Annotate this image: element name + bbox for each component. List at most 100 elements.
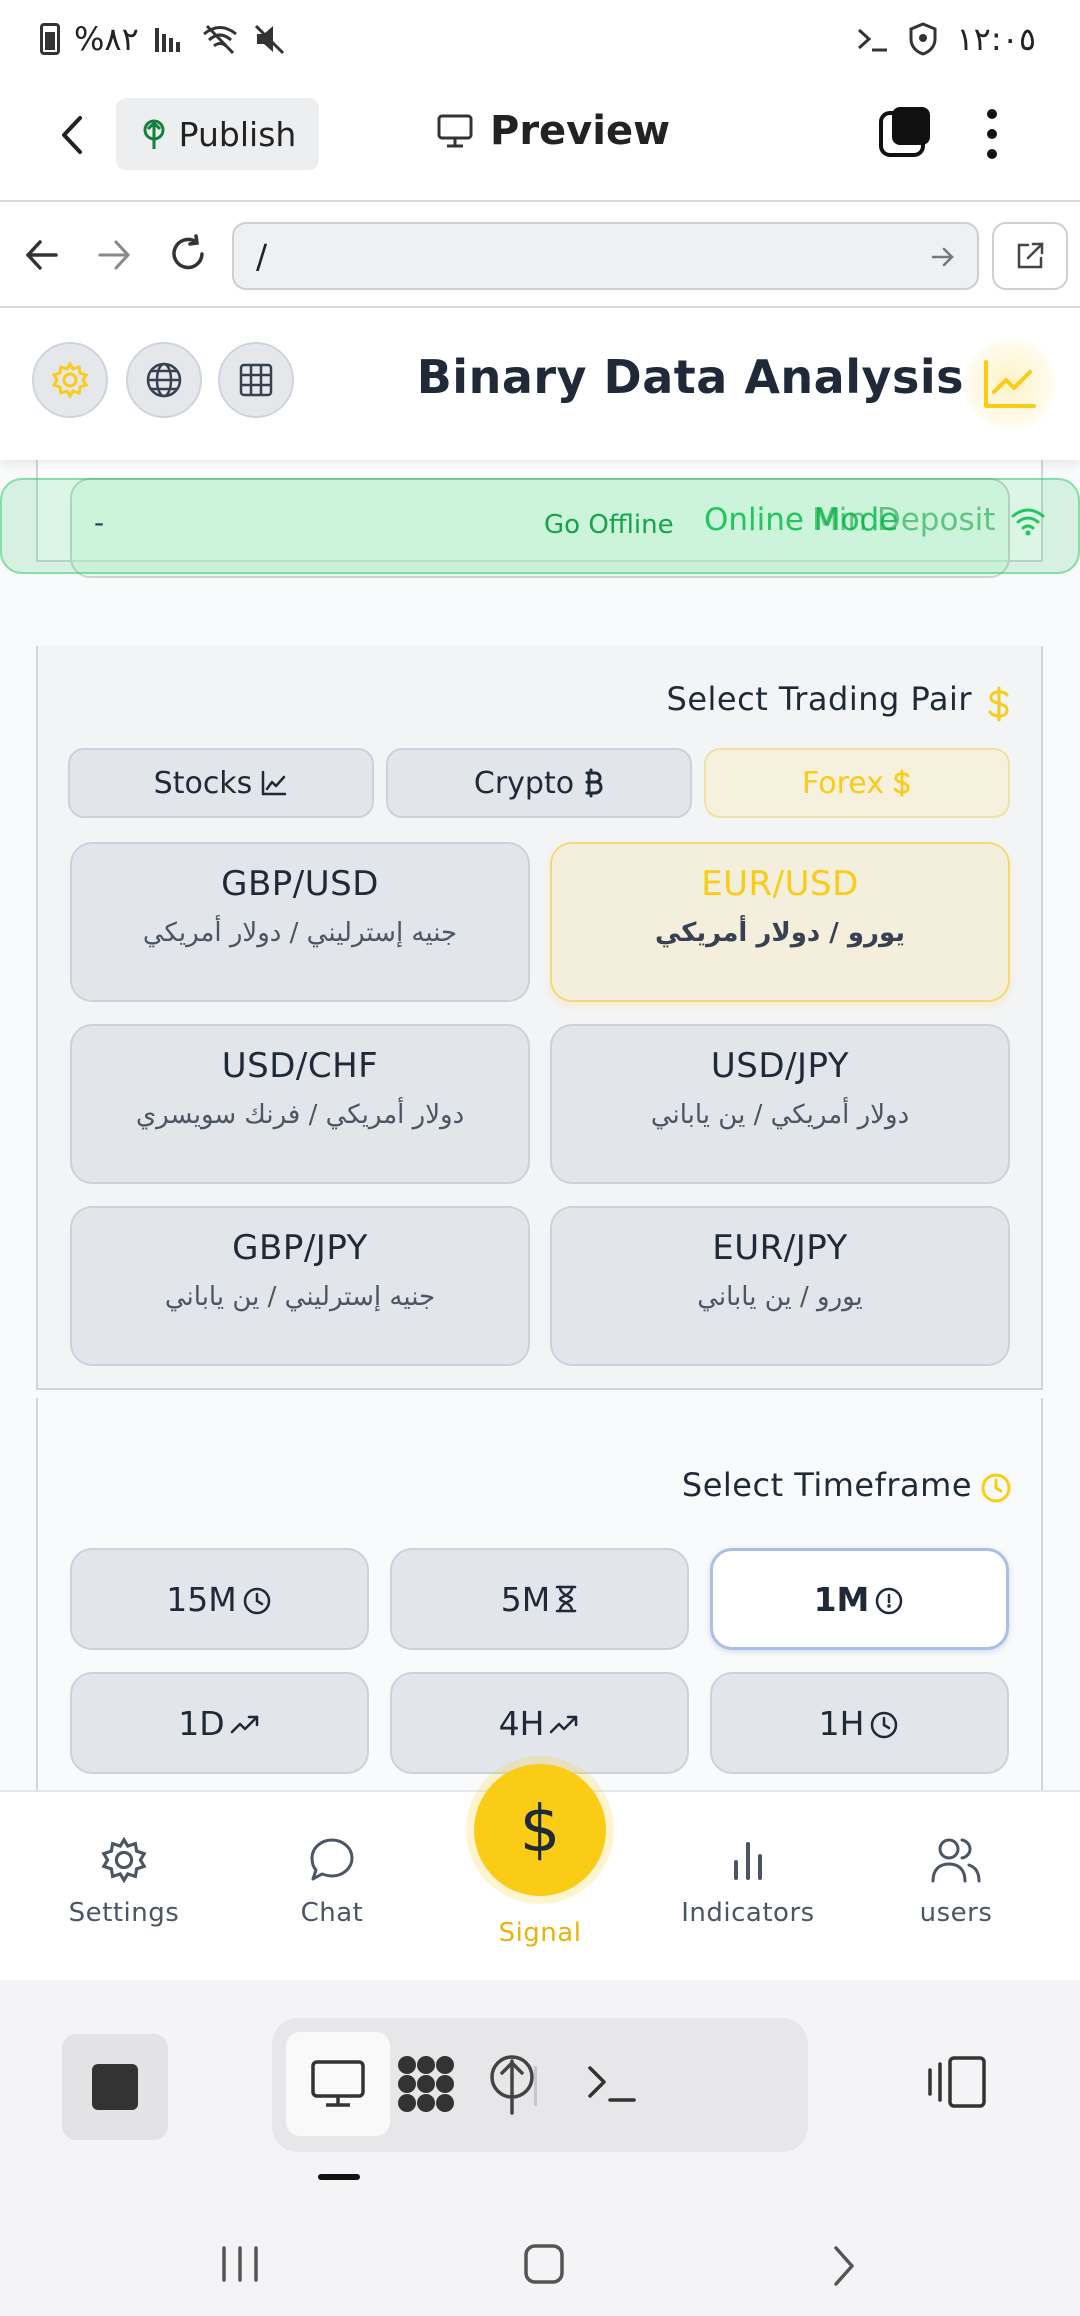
trend-up-icon <box>550 1715 578 1734</box>
panels-icon <box>928 2056 986 2108</box>
nav-chat-label: Chat <box>300 1898 364 1928</box>
system-navigation-bar <box>0 2200 1080 2316</box>
preview-tab[interactable]: Preview <box>436 108 670 154</box>
pair-eur-jpy[interactable]: EUR/JPY يورو / ين ياباني <box>550 1206 1010 1366</box>
pair-usd-jpy[interactable]: USD/JPY دولار أمريكي / ين ياباني <box>550 1024 1010 1184</box>
publish-icon <box>143 119 165 149</box>
battery-icon <box>40 23 60 55</box>
app-viewport: Binary Data Analysis - Go Offline Online… <box>0 308 1080 1790</box>
stop-button[interactable] <box>62 2034 168 2140</box>
dock-deploy-button[interactable] <box>460 2032 564 2136</box>
back-chevron-icon[interactable] <box>56 114 90 156</box>
clock-icon <box>243 1587 270 1615</box>
publish-button[interactable]: Publish <box>116 98 319 170</box>
trading-pair-title: Select Trading Pair <box>666 680 972 718</box>
trend-up-icon <box>230 1715 258 1734</box>
signal-bars-icon <box>154 28 180 52</box>
go-arrow-icon[interactable] <box>931 246 955 268</box>
dock-panels-button[interactable] <box>926 2054 990 2114</box>
dollar-icon <box>988 686 1009 722</box>
signal-dollar-icon: $ <box>519 1793 561 1867</box>
deploy-icon <box>490 2055 534 2115</box>
tab-stocks[interactable]: Stocks <box>68 748 374 818</box>
tabs-switcher-icon[interactable] <box>878 104 934 160</box>
pair-usd-chf[interactable]: USD/CHF دولار أمريكي / فرنك سويسري <box>70 1024 530 1184</box>
chart-line-icon <box>984 360 1036 408</box>
tab-stocks-label: Stocks <box>153 765 253 801</box>
balance-placeholder: - <box>94 506 105 539</box>
timeframe-1h[interactable]: 1H <box>710 1672 1009 1774</box>
timeframe-label: 15M <box>166 1579 237 1619</box>
external-link-icon <box>1017 242 1044 269</box>
browser-back-icon[interactable] <box>24 238 60 272</box>
settings-round-button[interactable] <box>32 342 108 418</box>
nav-signal-label[interactable]: Signal <box>450 1918 630 1948</box>
timeframe-label: 1M <box>813 1579 870 1619</box>
grid-view-button[interactable] <box>218 342 294 418</box>
timeframe-15m[interactable]: 15M <box>70 1548 369 1650</box>
bottom-navigation: Settings Chat $ Signal Indicators users <box>0 1764 1080 1980</box>
url-row: / <box>0 204 1080 308</box>
go-offline-button[interactable]: Go Offline <box>544 510 674 540</box>
back-nav-icon[interactable] <box>830 2244 858 2288</box>
pair-code: GBP/USD <box>221 864 379 904</box>
timeframe-4h[interactable]: 4H <box>390 1672 689 1774</box>
min-deposit-label: Min Deposit <box>812 502 996 538</box>
monitor-icon <box>311 2060 365 2107</box>
nav-users[interactable]: users <box>866 1832 1046 1928</box>
connection-banner: - Go Offline Online Mode Min Deposit <box>0 478 1080 574</box>
pair-name: جنيه إسترليني / دولار أمريكي <box>142 918 458 948</box>
terminal-status-icon <box>858 28 888 52</box>
open-external-button[interactable] <box>992 222 1068 290</box>
timeframe-1m[interactable]: 1M <box>710 1548 1009 1650</box>
tab-crypto[interactable]: Crypto <box>386 748 692 818</box>
reload-icon[interactable] <box>168 234 208 274</box>
timeframe-label: 4H <box>498 1703 545 1743</box>
pair-gbp-jpy[interactable]: GBP/JPY جنيه إسترليني / ين ياباني <box>70 1206 530 1366</box>
url-input[interactable]: / <box>232 222 979 290</box>
nav-settings-label: Settings <box>68 1898 180 1928</box>
nav-chat[interactable]: Chat <box>242 1832 422 1928</box>
dock-shell-button[interactable] <box>560 2032 664 2136</box>
preview-label: Preview <box>490 108 671 154</box>
timeframe-5m[interactable]: 5M <box>390 1548 689 1650</box>
gear-icon <box>101 1836 147 1884</box>
battery-percent: %٨٢ <box>74 20 139 58</box>
recent-apps-icon[interactable] <box>218 2244 262 2284</box>
timeframe-label: 1D <box>178 1703 225 1743</box>
grid-icon <box>239 363 273 397</box>
clock-icon <box>871 1711 898 1739</box>
agent-icon <box>398 2056 454 2112</box>
timeframe-title: Select Timeframe <box>681 1466 972 1504</box>
pair-gbp-usd[interactable]: GBP/USD جنيه إسترليني / دولار أمريكي <box>70 842 530 1002</box>
pair-name: دولار أمريكي / ين ياباني <box>650 1100 910 1130</box>
nav-indicators[interactable]: Indicators <box>658 1832 838 1928</box>
dock-selection-indicator <box>318 2174 360 2180</box>
timeframe-1d[interactable]: 1D <box>70 1672 369 1774</box>
clock-time: ١٢:٠٥ <box>956 20 1036 58</box>
tab-crypto-label: Crypto <box>473 765 575 801</box>
browser-forward-icon[interactable] <box>96 238 132 272</box>
pair-name: جنيه إسترليني / ين ياباني <box>164 1282 436 1312</box>
more-vertical-icon[interactable] <box>984 106 1000 162</box>
hourglass-icon <box>555 1585 577 1613</box>
app-title: Binary Data Analysis <box>416 350 964 404</box>
tab-forex[interactable]: Forex <box>704 748 1010 818</box>
ide-dock <box>0 1980 1080 2200</box>
pair-code: USD/CHF <box>221 1046 379 1086</box>
alert-clock-icon <box>876 1587 903 1615</box>
pair-eur-usd[interactable]: EUR/USD يورو / دولار أمريكي <box>550 842 1010 1002</box>
nav-settings[interactable]: Settings <box>34 1832 214 1928</box>
chat-bubble-icon <box>310 1838 354 1881</box>
signal-button[interactable]: $ <box>474 1764 606 1896</box>
nav-users-label: users <box>919 1898 993 1928</box>
tab-forex-label: Forex <box>802 765 884 801</box>
language-button[interactable] <box>126 342 202 418</box>
pair-name: دولار أمريكي / فرنك سويسري <box>135 1100 465 1130</box>
wifi-off-icon <box>202 24 237 55</box>
bar-chart-icon <box>734 1842 762 1880</box>
top-toolbar: Publish Preview <box>0 80 1080 202</box>
pair-code: EUR/JPY <box>712 1228 848 1268</box>
home-icon[interactable] <box>522 2242 566 2286</box>
publish-label: Publish <box>178 114 297 154</box>
